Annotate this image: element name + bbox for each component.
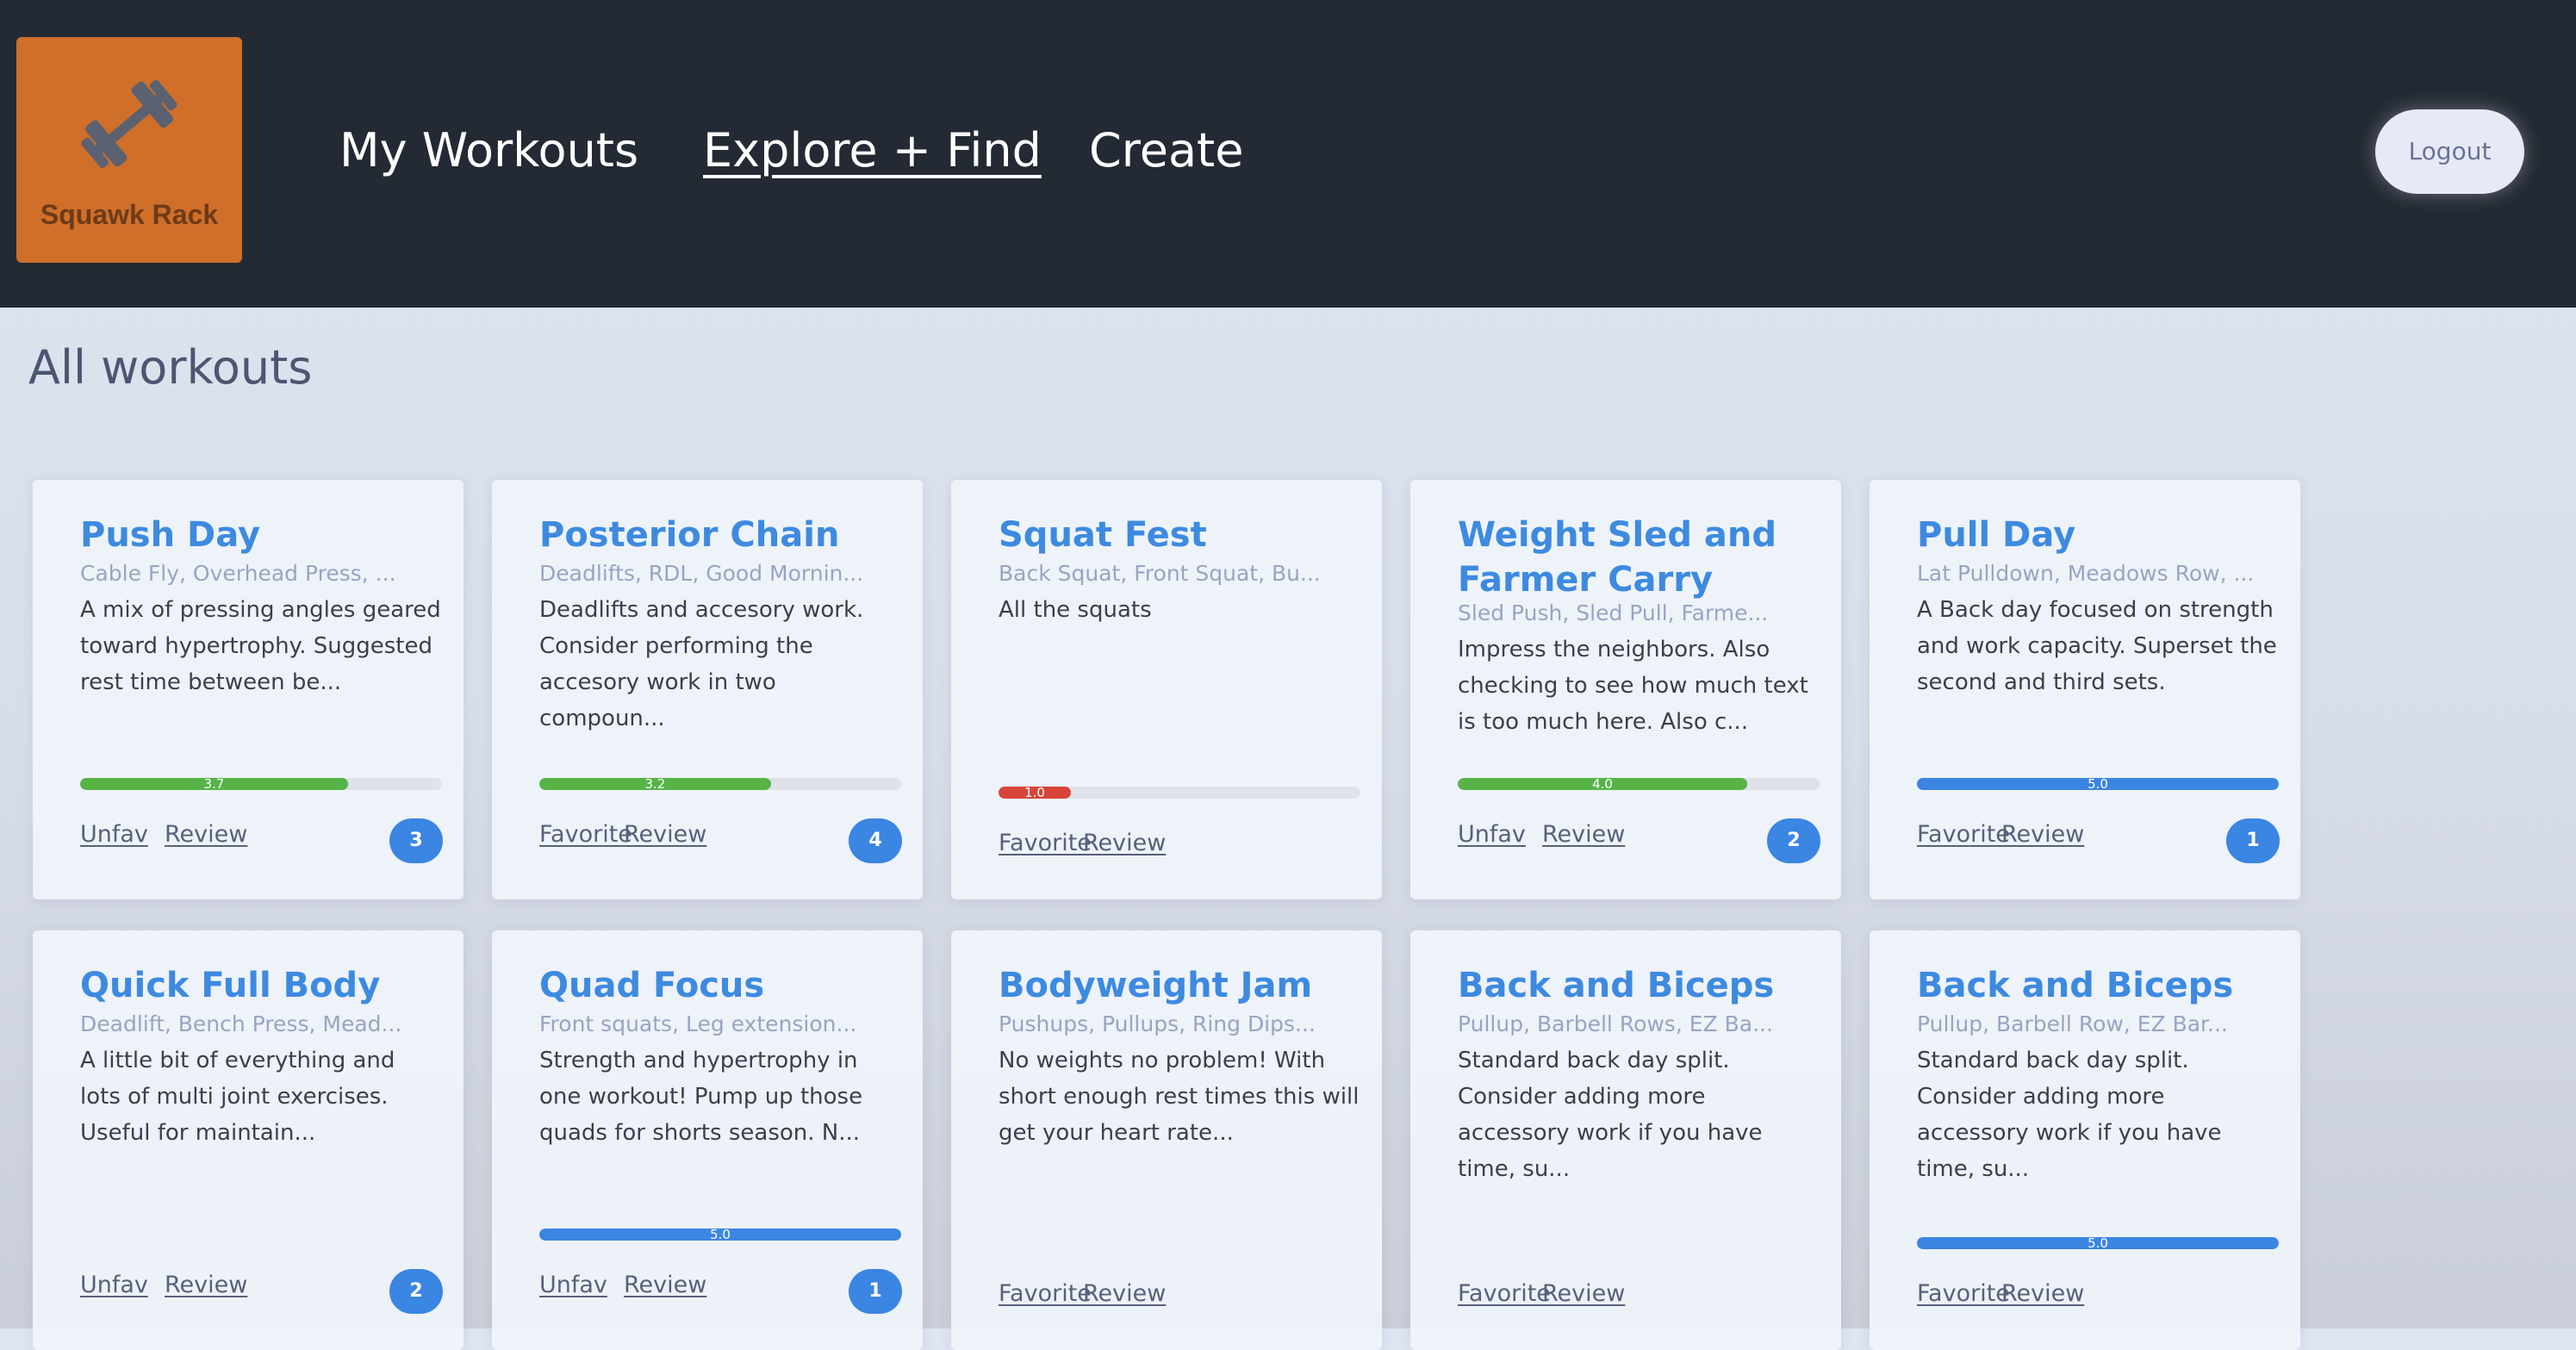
review-link[interactable]: Review xyxy=(624,821,706,848)
rating-bar: 3.2 xyxy=(539,778,901,790)
favorite-toggle-link[interactable]: Favorite xyxy=(539,821,632,848)
workout-card[interactable]: Posterior Chain Deadlifts, RDL, Good Morn… xyxy=(492,480,923,899)
nav-my-workouts[interactable]: My Workouts xyxy=(339,121,638,181)
rating-bar: 5.0 xyxy=(539,1229,901,1241)
workout-description: Strength and hypertrophy in one workout!… xyxy=(539,1048,863,1146)
workout-description: A mix of pressing angles geared toward h… xyxy=(80,597,441,695)
workout-exercises: Deadlifts, RDL, Good Mornin... xyxy=(539,561,864,586)
favorite-toggle-link[interactable]: Favorite xyxy=(999,1280,1092,1307)
rating-bar: 5.0 xyxy=(1917,778,2279,790)
nav-explore-find[interactable]: Explore + Find xyxy=(703,121,1042,181)
logout-button[interactable]: Logout xyxy=(2375,109,2524,194)
rating-bar: 1.0 xyxy=(999,787,1360,799)
rating-bar: 4.0 xyxy=(1458,778,1820,790)
review-link[interactable]: Review xyxy=(165,821,247,848)
workout-exercises: Sled Push, Sled Pull, Farme... xyxy=(1458,600,1769,625)
review-link[interactable]: Review xyxy=(1542,821,1625,848)
workout-title[interactable]: Bodyweight Jam xyxy=(999,963,1360,1008)
review-link[interactable]: Review xyxy=(2001,1280,2084,1307)
favorite-toggle-link[interactable]: Unfav xyxy=(80,821,148,848)
workout-exercises: Pushups, Pullups, Ring Dips... xyxy=(999,1011,1316,1036)
rating-fill: 1.0 xyxy=(999,787,1071,799)
workout-exercises: Lat Pulldown, Meadows Row, ... xyxy=(1917,561,2255,586)
workout-title[interactable]: Push Day xyxy=(80,513,442,557)
workout-description: Impress the neighbors. Also checking to … xyxy=(1458,637,1808,735)
logo-text: Squawk Rack xyxy=(40,199,219,230)
workout-card[interactable]: Quick Full Body Deadlift, Bench Press, Me… xyxy=(33,930,464,1350)
workout-description: Deadlifts and accesory work. Consider pe… xyxy=(539,597,864,731)
workout-card[interactable]: Bodyweight Jam Pushups, Pullups, Ring Dip… xyxy=(951,930,1382,1350)
workout-card[interactable]: Back and Biceps Pullup, Barbell Row, EZ B… xyxy=(1870,930,2300,1350)
nav-create[interactable]: Create xyxy=(1089,121,1243,181)
workout-exercises: Pullup, Barbell Rows, EZ Ba... xyxy=(1458,1011,1773,1036)
review-count-badge: 2 xyxy=(1767,818,1820,863)
workout-exercises: Pullup, Barbell Row, EZ Bar... xyxy=(1917,1011,2228,1036)
workout-exercises: Deadlift, Bench Press, Mead... xyxy=(80,1011,402,1036)
review-count-badge: 1 xyxy=(849,1269,902,1314)
rating-fill: 5.0 xyxy=(539,1229,901,1241)
app-logo[interactable]: Squawk Rack xyxy=(16,37,242,263)
workout-description: No weights no problem! With short enough… xyxy=(999,1048,1360,1146)
review-link[interactable]: Review xyxy=(165,1272,247,1298)
favorite-toggle-link[interactable]: Favorite xyxy=(999,830,1092,856)
review-count-badge: 2 xyxy=(389,1269,443,1314)
favorite-toggle-link[interactable]: Unfav xyxy=(80,1272,148,1298)
workout-title[interactable]: Squat Fest xyxy=(999,513,1360,557)
workout-description: Standard back day split. Consider adding… xyxy=(1458,1048,1763,1182)
workout-exercises: Front squats, Leg extension... xyxy=(539,1011,857,1036)
workout-card[interactable]: Push Day Cable Fly, Overhead Press, ... A … xyxy=(33,480,464,899)
favorite-toggle-link[interactable]: Unfav xyxy=(1458,821,1526,848)
workout-title[interactable]: Posterior Chain xyxy=(539,513,901,557)
workout-description: A Back day focused on strength and work … xyxy=(1917,597,2277,695)
review-link[interactable]: Review xyxy=(1083,830,1166,856)
workout-title[interactable]: Back and Biceps xyxy=(1458,963,1820,1008)
workout-title[interactable]: Quick Full Body xyxy=(80,963,442,1008)
workout-card[interactable]: Quad Focus Front squats, Leg extension...… xyxy=(492,930,923,1350)
workout-card[interactable]: Back and Biceps Pullup, Barbell Rows, EZ … xyxy=(1410,930,1841,1350)
workout-card[interactable]: Squat Fest Back Squat, Front Squat, Bu...… xyxy=(951,480,1382,899)
workout-title[interactable]: Weight Sled and Farmer Carry xyxy=(1458,513,1820,602)
rating-fill: 5.0 xyxy=(1917,1237,2279,1249)
favorite-toggle-link[interactable]: Favorite xyxy=(1917,1280,2010,1307)
rating-fill: 3.2 xyxy=(539,778,771,790)
review-link[interactable]: Review xyxy=(1083,1280,1166,1307)
favorite-toggle-link[interactable]: Favorite xyxy=(1458,1280,1551,1307)
workout-description: A little bit of everything and lots of m… xyxy=(80,1048,395,1146)
workout-title[interactable]: Quad Focus xyxy=(539,963,901,1008)
rating-fill: 3.7 xyxy=(80,778,348,790)
review-count-badge: 4 xyxy=(849,818,902,863)
workout-exercises: Back Squat, Front Squat, Bu... xyxy=(999,561,1321,586)
favorite-toggle-link[interactable]: Favorite xyxy=(1917,821,2010,848)
rating-fill: 4.0 xyxy=(1458,778,1747,790)
page-title: All workouts xyxy=(28,340,313,395)
navbar: Squawk Rack My Workouts Explore + Find C… xyxy=(0,0,2576,308)
workout-card[interactable]: Weight Sled and Farmer Carry Sled Push, S… xyxy=(1410,480,1841,899)
workout-card[interactable]: Pull Day Lat Pulldown, Meadows Row, ... A … xyxy=(1870,480,2300,899)
review-count-badge: 1 xyxy=(2226,818,2280,863)
favorite-toggle-link[interactable]: Unfav xyxy=(539,1272,607,1298)
workout-description: Standard back day split. Consider adding… xyxy=(1917,1048,2222,1182)
workout-description: All the squats xyxy=(999,597,1152,623)
review-link[interactable]: Review xyxy=(624,1272,706,1298)
review-link[interactable]: Review xyxy=(1542,1280,1625,1307)
rating-fill: 5.0 xyxy=(1917,778,2279,790)
review-count-badge: 3 xyxy=(389,818,443,863)
dumbbell-icon xyxy=(81,80,177,168)
rating-bar: 3.7 xyxy=(80,778,442,790)
review-link[interactable]: Review xyxy=(2001,821,2084,848)
workout-title[interactable]: Pull Day xyxy=(1917,513,2279,557)
workout-title[interactable]: Back and Biceps xyxy=(1917,963,2279,1008)
workout-exercises: Cable Fly, Overhead Press, ... xyxy=(80,561,396,586)
rating-bar: 5.0 xyxy=(1917,1237,2279,1249)
